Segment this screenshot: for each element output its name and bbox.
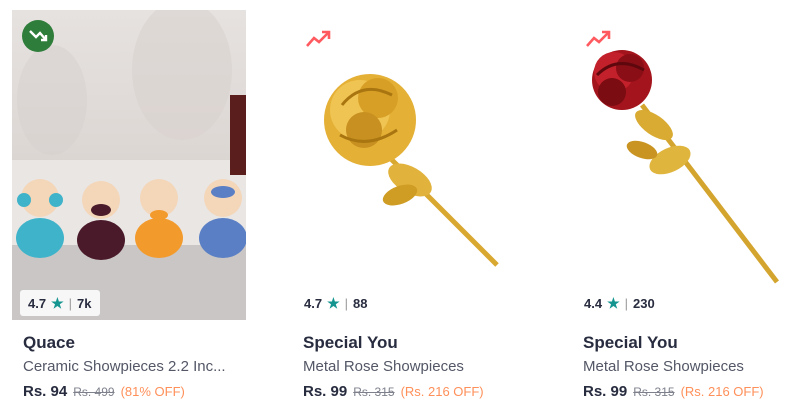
product-price: Rs. 94 — [23, 383, 68, 400]
product-mrp: Rs. 315 — [353, 385, 395, 399]
product-image[interactable]: 4.4 ★ | 230 — [572, 10, 800, 320]
rating-badge: 4.4 ★ | 230 — [580, 290, 659, 316]
product-brand[interactable]: Special You — [583, 333, 678, 353]
product-name[interactable]: Ceramic Showpieces 2.2 Inc... — [23, 358, 237, 375]
rating-value: 4.7 — [28, 295, 47, 311]
product-name[interactable]: Metal Rose Showpieces — [583, 358, 797, 375]
price-row: Rs. 94 Rs. 499 (81% OFF) — [23, 383, 185, 400]
rating-separator: | — [344, 295, 349, 311]
price-row: Rs. 99 Rs. 315 (Rs. 216 OFF) — [303, 383, 484, 400]
trending-up-icon — [304, 24, 334, 54]
red-rose-image — [592, 50, 779, 284]
star-icon: ★ — [607, 294, 620, 311]
product-card[interactable]: 4.7 ★ | 88 Special You Metal Rose Showpi… — [292, 0, 542, 411]
trending-down-icon — [22, 20, 54, 52]
product-brand[interactable]: Quace — [23, 333, 75, 353]
product-brand[interactable]: Special You — [303, 333, 398, 353]
product-card[interactable]: 4.7 ★ | 7k Quace Ceramic Showpieces 2.2 … — [12, 0, 262, 411]
product-mrp: Rs. 315 — [633, 385, 675, 399]
rating-value: 4.4 — [584, 295, 603, 311]
rating-value: 4.7 — [304, 295, 323, 311]
rating-count: 88 — [353, 295, 368, 311]
product-image[interactable]: 4.7 ★ | 7k — [12, 10, 246, 320]
rating-badge: 4.7 ★ | 7k — [20, 290, 100, 316]
product-discount: (Rs. 216 OFF) — [400, 384, 484, 399]
price-row: Rs. 99 Rs. 315 (Rs. 216 OFF) — [583, 383, 764, 400]
product-image[interactable]: 4.7 ★ | 88 — [292, 10, 526, 320]
product-discount: (81% OFF) — [120, 384, 185, 399]
star-icon: ★ — [327, 294, 340, 311]
rating-separator: | — [68, 295, 73, 311]
rating-badge: 4.7 ★ | 88 — [300, 290, 372, 316]
product-name[interactable]: Metal Rose Showpieces — [303, 358, 517, 375]
star-icon: ★ — [51, 294, 64, 311]
product-mrp: Rs. 499 — [73, 385, 115, 399]
rating-separator: | — [624, 295, 629, 311]
monk-figurines-image — [12, 10, 246, 320]
product-discount: (Rs. 216 OFF) — [680, 384, 764, 399]
product-price: Rs. 99 — [583, 383, 628, 400]
rating-count: 230 — [633, 295, 655, 311]
rating-count: 7k — [77, 295, 92, 311]
product-price: Rs. 99 — [303, 383, 348, 400]
product-card[interactable]: 4.4 ★ | 230 Special You Metal Rose Showp… — [572, 0, 800, 411]
gold-rose-image — [324, 74, 499, 267]
trending-up-icon — [584, 24, 614, 54]
